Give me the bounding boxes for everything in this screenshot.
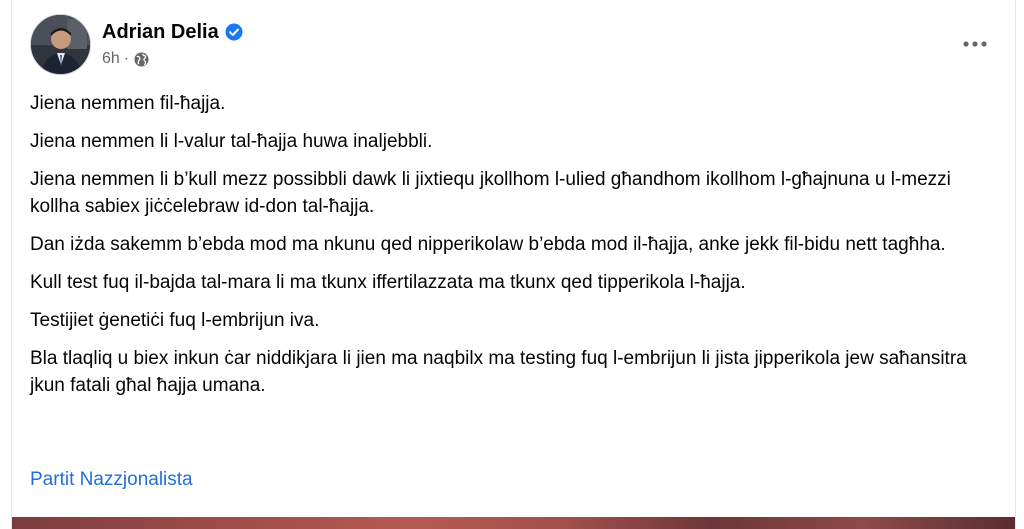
post-timestamp[interactable]: 6h [102,50,120,68]
author-row: Adrian Delia [102,20,243,44]
post-paragraph: Jiena nemmen fil-ħajja. [30,93,226,114]
verified-badge-icon [225,23,243,41]
post-paragraph: Bla tlaqliq u biex inkun ċar niddikjara … [30,348,967,396]
globe-icon[interactable] [134,51,149,67]
post-paragraph: Kull test fuq il-bajda tal-mara li ma tk… [30,272,746,293]
separator-dot: · [123,50,130,67]
more-options-icon[interactable] [957,32,993,56]
post-body: Jiena nemmen fil-ħajja. Jiena nemmen li … [30,90,980,410]
post-paragraph: Jiena nemmen li l-valur tal-ħajja huwa i… [30,131,433,152]
post-meta: Adrian Delia 6h · [102,14,243,68]
post-media-image[interactable] [12,517,1015,529]
post-card: Adrian Delia 6h · Jiena nemmen fil-ħajja… [11,0,1016,529]
avatar-image [31,15,90,74]
author-name[interactable]: Adrian Delia [102,21,219,44]
post-paragraph: Dan iżda sakemm b’ebda mod ma nkunu qed … [30,234,946,255]
post-header: Adrian Delia 6h · [30,14,243,75]
author-avatar[interactable] [30,14,91,75]
post-time-row: 6h · [102,50,243,68]
page-tag-link[interactable]: Partit Nazzjonalista [30,469,193,491]
post-paragraph: Jiena nemmen li b’kull mezz possibbli da… [30,169,951,217]
post-paragraph: Testijiet ġenetiċi fuq l-embrijun iva. [30,310,320,331]
